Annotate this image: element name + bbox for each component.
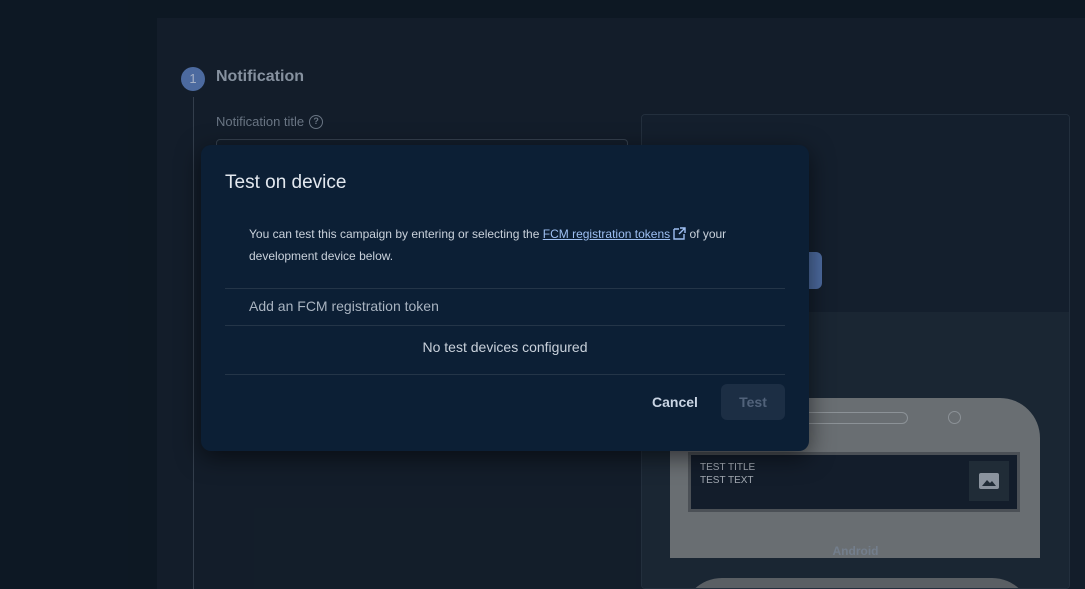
open-in-new-icon[interactable] [673,226,686,246]
fcm-token-placeholder: Add an FCM registration token [249,298,439,314]
divider-bottom [225,374,785,375]
dialog-title: Test on device [225,172,347,193]
empty-devices-message: No test devices configured [422,339,588,355]
cancel-button[interactable]: Cancel [641,384,709,420]
divider-middle [225,325,785,326]
dialog-description: You can test this campaign by entering o… [249,224,749,266]
test-button[interactable]: Test [721,384,785,420]
fcm-token-input[interactable]: Add an FCM registration token [225,289,785,325]
fcm-tokens-link[interactable]: FCM registration tokens [543,227,670,241]
test-on-device-dialog: Test on device You can test this campaig… [201,145,809,451]
dialog-description-start: You can test this campaign by entering o… [249,227,543,241]
